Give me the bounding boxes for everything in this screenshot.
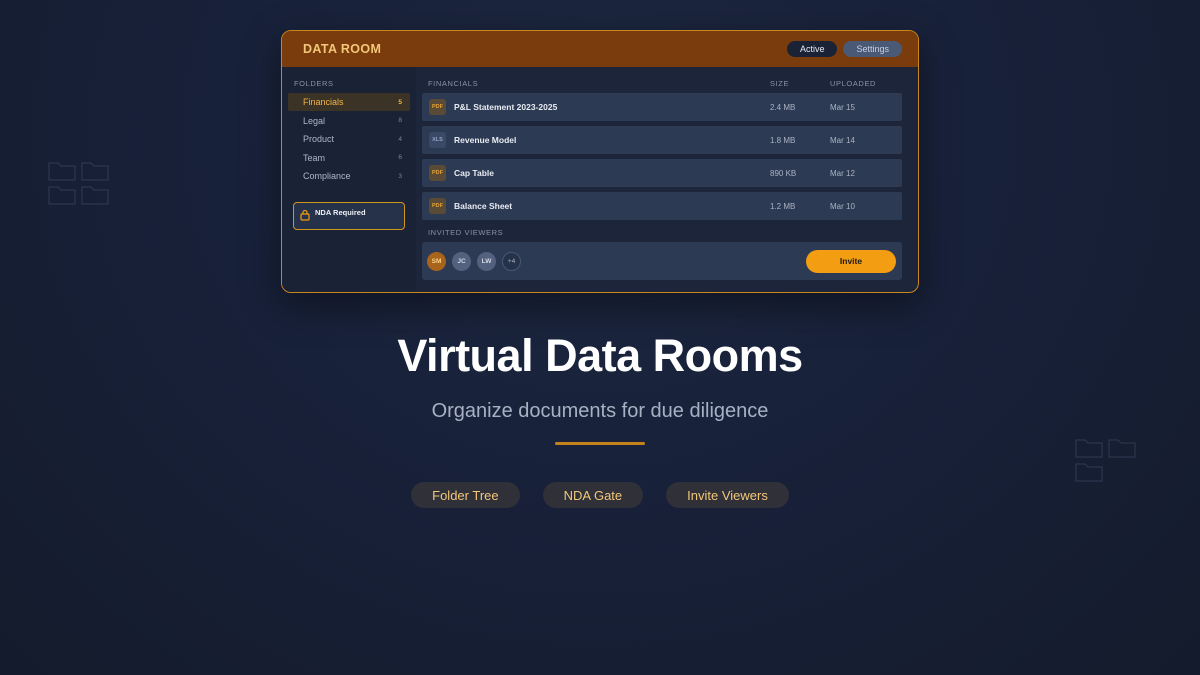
xls-file-icon: XLS [429, 132, 446, 148]
feature-chips: Folder Tree NDA Gate Invite Viewers [0, 482, 1200, 508]
file-list-panel: FINANCIALS SIZE UPLOADED PDF P&L Stateme… [416, 67, 918, 292]
file-date: Mar 10 [830, 201, 855, 211]
file-name: P&L Statement 2023-2025 [454, 102, 558, 112]
folders-label: FOLDERS [294, 79, 334, 88]
sidebar-item-legal[interactable]: Legal 8 [288, 112, 410, 130]
folder-count: 3 [398, 172, 402, 180]
sidebar-item-product[interactable]: Product 4 [288, 130, 410, 148]
hero-title: Virtual Data Rooms [397, 330, 803, 381]
header-pills: Active Settings [786, 41, 902, 57]
lock-icon [300, 208, 310, 226]
file-row[interactable]: XLS Revenue Model 1.8 MB Mar 14 [422, 126, 902, 154]
chip-invite-viewers: Invite Viewers [666, 482, 789, 508]
active-status-pill[interactable]: Active [786, 41, 838, 57]
file-date: Mar 15 [830, 102, 855, 112]
hero-subtitle: Organize documents for due diligence [431, 400, 769, 422]
window-titlebar: DATA ROOM Active Settings [282, 31, 918, 67]
file-date: Mar 14 [830, 135, 855, 145]
file-size: 890 KB [770, 168, 797, 178]
decorative-folders-left-icon [48, 160, 112, 208]
settings-button[interactable]: Settings [843, 41, 902, 57]
folder-sidebar: FOLDERS Financials 5 Legal 8 Product 4 T… [282, 67, 416, 292]
avatar[interactable]: JC [452, 251, 471, 271]
sidebar-item-financials[interactable]: Financials 5 [288, 93, 410, 111]
hero-divider [555, 442, 645, 445]
pdf-file-icon: PDF [429, 198, 446, 214]
sidebar-item-compliance[interactable]: Compliance 3 [288, 167, 410, 185]
decorative-folders-right-icon [1075, 437, 1139, 485]
file-name: Balance Sheet [454, 201, 513, 211]
pdf-file-icon: PDF [429, 99, 446, 115]
folder-label: Team [303, 152, 326, 163]
file-list-header: FINANCIALS SIZE UPLOADED [422, 79, 902, 88]
more-viewers-badge[interactable]: +4 [502, 251, 521, 271]
file-row[interactable]: PDF Cap Table 890 KB Mar 12 [422, 159, 902, 187]
folder-label: Compliance [303, 171, 351, 181]
window-title: DATA ROOM [303, 42, 382, 56]
file-date: Mar 12 [830, 168, 855, 178]
folder-count: 6 [398, 154, 402, 161]
folder-count: 4 [398, 135, 402, 143]
file-row[interactable]: PDF Balance Sheet 1.2 MB Mar 10 [422, 192, 902, 220]
folder-label: Product [303, 134, 335, 144]
file-name: Cap Table [454, 168, 494, 178]
column-header-size: SIZE [770, 79, 790, 88]
folder-count: 5 [398, 98, 402, 106]
column-header-uploaded: UPLOADED [830, 79, 877, 88]
sidebar-item-team[interactable]: Team 6 [288, 149, 410, 167]
avatar[interactable]: SM [427, 251, 446, 271]
nda-required-card[interactable]: NDA Required [293, 202, 405, 230]
file-size: 1.2 MB [770, 201, 796, 211]
invited-viewers-label: INVITED VIEWERS [428, 228, 504, 237]
invite-button[interactable]: Invite [806, 249, 896, 273]
column-header-name: FINANCIALS [428, 79, 479, 88]
avatar[interactable]: LW [477, 251, 496, 271]
file-name: Revenue Model [454, 135, 517, 145]
folder-label: Legal [303, 115, 326, 126]
invited-viewers-bar: SM JC LW +4 Invite [422, 242, 902, 280]
file-size: 2.4 MB [770, 102, 796, 112]
chip-nda-gate: NDA Gate [542, 482, 644, 508]
chip-folder-tree: Folder Tree [411, 482, 520, 508]
folder-label: Financials [303, 97, 344, 107]
data-room-window: DATA ROOM Active Settings FOLDERS Financ… [281, 30, 919, 293]
pdf-file-icon: PDF [429, 165, 446, 181]
folder-count: 8 [398, 117, 402, 124]
nda-title: NDA Required [315, 208, 366, 217]
file-size: 1.8 MB [770, 135, 796, 145]
file-row[interactable]: PDF P&L Statement 2023-2025 2.4 MB Mar 1… [422, 93, 902, 121]
